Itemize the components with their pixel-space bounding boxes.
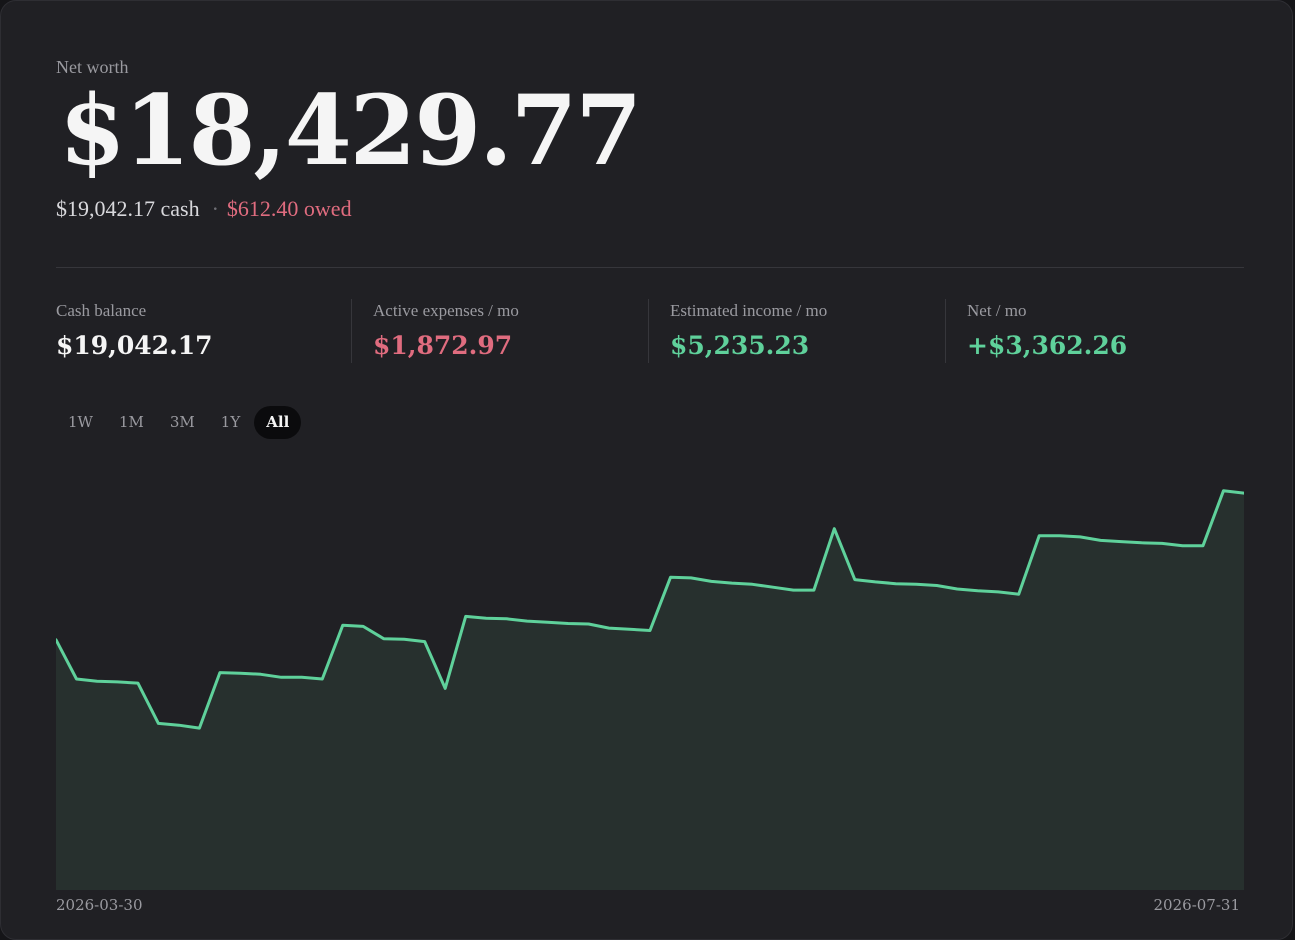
- net-worth-chart: [56, 489, 1244, 890]
- stat-label: Active expenses / mo: [373, 301, 519, 320]
- stat-estimated-income: Estimated income / mo $5,235.23: [648, 299, 827, 363]
- stat-label: Cash balance: [56, 301, 147, 320]
- stat-label: Estimated income / mo: [670, 301, 828, 320]
- stat-value: $1,872.97: [373, 331, 513, 360]
- owed-amount: $612.40 owed: [226, 196, 352, 221]
- stat-value: $19,042.17: [56, 331, 213, 360]
- stat-net-monthly: Net / mo +$3,362.26: [945, 299, 1127, 363]
- stat-active-expenses: Active expenses / mo $1,872.97: [351, 299, 519, 363]
- divider: [56, 267, 1244, 268]
- separator-dot: ·: [211, 196, 219, 221]
- range-3m-button[interactable]: 3M: [158, 406, 207, 439]
- stat-cash-balance: Cash balance $19,042.17: [56, 299, 213, 363]
- range-all-button[interactable]: All: [254, 406, 302, 439]
- range-1y-button[interactable]: 1Y: [209, 406, 252, 439]
- stat-label: Net / mo: [967, 301, 1027, 320]
- cash-amount: $19,042.17 cash: [56, 196, 200, 221]
- stat-value: $5,235.23: [670, 331, 810, 360]
- net-worth-breakdown: $19,042.17 cash · $612.40 owed: [56, 196, 352, 222]
- net-worth-value: $18,429.77: [59, 74, 642, 187]
- range-1w-button[interactable]: 1W: [56, 406, 105, 439]
- net-worth-card: Net worth $18,429.77 $19,042.17 cash · $61…: [0, 0, 1293, 940]
- time-range-selector: 1W 1M 3M 1Y All: [56, 406, 302, 439]
- range-1m-button[interactable]: 1M: [107, 406, 156, 439]
- stat-value: +$3,362.26: [967, 331, 1128, 360]
- x-axis-end-date: 2026-07-31: [1153, 896, 1240, 914]
- x-axis-start-date: 2026-03-30: [56, 896, 143, 914]
- chart-area-fill: [56, 490, 1244, 890]
